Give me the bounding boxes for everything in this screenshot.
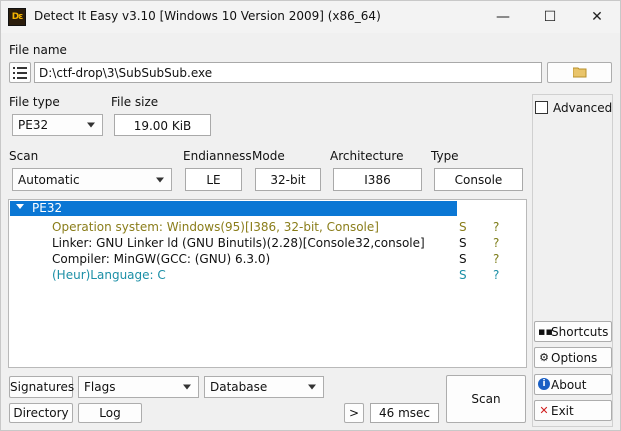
about-button[interactable]: i About bbox=[534, 374, 612, 395]
next-button[interactable]: > bbox=[344, 403, 364, 423]
result-compiler-s: S bbox=[459, 252, 467, 266]
main-window: Dε Detect It Easy v3.10 [Windows 10 Vers… bbox=[0, 0, 621, 431]
result-language[interactable]: (Heur)Language: C bbox=[52, 268, 166, 282]
architecture-label: Architecture bbox=[330, 149, 404, 163]
scan-mode-select[interactable]: Automatic bbox=[12, 168, 172, 191]
endianness-label: Endianness bbox=[183, 149, 252, 163]
file-path-input[interactable]: D:\ctf-drop\3\SubSubSub.exe bbox=[34, 62, 542, 83]
options-label: Options bbox=[551, 351, 598, 365]
chevron-down-icon bbox=[183, 384, 191, 390]
scan-button[interactable]: Scan bbox=[446, 375, 526, 423]
close-icon: ✕ bbox=[591, 9, 603, 25]
exit-button[interactable]: ✕ Exit bbox=[534, 400, 612, 421]
chevron-down-icon bbox=[308, 384, 316, 390]
open-file-button[interactable] bbox=[547, 62, 612, 83]
flags-label: Flags bbox=[84, 380, 116, 394]
minimize-button[interactable]: — bbox=[480, 1, 526, 33]
directory-button[interactable]: Directory bbox=[9, 403, 73, 423]
about-label: About bbox=[551, 378, 587, 392]
type-value: Console bbox=[434, 168, 523, 191]
gear-icon: ⚙ bbox=[539, 351, 549, 364]
scan-time-value: 46 msec bbox=[370, 403, 439, 423]
result-language-q[interactable]: ? bbox=[493, 268, 499, 282]
keyboard-icon: ▪▪ bbox=[538, 325, 553, 338]
scan-label: Scan bbox=[9, 149, 39, 163]
result-linker-q[interactable]: ? bbox=[493, 236, 499, 250]
result-compiler[interactable]: Compiler: MinGW(GCC: (GNU) 6.3.0) bbox=[52, 252, 270, 266]
file-type-value: PE32 bbox=[18, 118, 49, 132]
shortcuts-label: Shortcuts bbox=[551, 325, 609, 339]
result-language-s: S bbox=[459, 268, 467, 282]
results-tree[interactable]: PE32 Operation system: Windows(95)[I386,… bbox=[8, 199, 527, 368]
endianness-value: LE bbox=[185, 168, 242, 191]
exit-icon: ✕ bbox=[539, 404, 549, 417]
log-button[interactable]: Log bbox=[78, 403, 142, 423]
flags-select[interactable]: Flags bbox=[78, 376, 199, 398]
result-compiler-q[interactable]: ? bbox=[493, 252, 499, 266]
type-label: Type bbox=[431, 149, 459, 163]
signatures-button[interactable]: Signatures bbox=[9, 376, 74, 398]
advanced-label: Advanced bbox=[553, 101, 613, 115]
file-size-label: File size bbox=[111, 95, 159, 109]
mode-value: 32-bit bbox=[255, 168, 321, 191]
maximize-button[interactable]: ☐ bbox=[527, 1, 573, 33]
result-os-s: S bbox=[459, 220, 467, 234]
list-icon bbox=[13, 67, 27, 79]
info-icon: i bbox=[538, 378, 550, 390]
window-title: Detect It Easy v3.10 [Windows 10 Version… bbox=[34, 9, 381, 23]
app-logo-icon: Dε bbox=[8, 8, 26, 26]
chevron-down-icon bbox=[156, 177, 164, 182]
tree-root-row[interactable]: PE32 bbox=[10, 201, 457, 216]
exit-label: Exit bbox=[551, 404, 574, 418]
architecture-value: I386 bbox=[333, 168, 422, 191]
folder-icon bbox=[572, 67, 586, 78]
file-size-value: 19.00 KiB bbox=[114, 114, 211, 136]
expand-arrow-icon[interactable] bbox=[16, 204, 24, 209]
result-os[interactable]: Operation system: Windows(95)[I386, 32-b… bbox=[52, 220, 379, 234]
close-button[interactable]: ✕ bbox=[574, 1, 620, 33]
file-type-label: File type bbox=[9, 95, 60, 109]
result-linker-s: S bbox=[459, 236, 467, 250]
database-label: Database bbox=[210, 380, 268, 394]
shortcuts-button[interactable]: ▪▪ Shortcuts bbox=[534, 321, 612, 342]
advanced-checkbox[interactable] bbox=[535, 101, 548, 114]
file-type-select[interactable]: PE32 bbox=[12, 114, 103, 136]
options-button[interactable]: ⚙ Options bbox=[534, 347, 612, 368]
file-name-label: File name bbox=[9, 43, 67, 57]
database-select[interactable]: Database bbox=[204, 376, 324, 398]
title-bar: Dε Detect It Easy v3.10 [Windows 10 Vers… bbox=[1, 1, 620, 33]
result-os-q[interactable]: ? bbox=[493, 220, 499, 234]
mode-label: Mode bbox=[252, 149, 285, 163]
file-list-button[interactable] bbox=[9, 62, 31, 83]
chevron-down-icon bbox=[87, 122, 95, 128]
scan-mode-value: Automatic bbox=[18, 172, 80, 187]
result-linker[interactable]: Linker: GNU Linker ld (GNU Binutils)(2.2… bbox=[52, 236, 425, 250]
minimize-icon: — bbox=[496, 9, 510, 25]
tree-root-label: PE32 bbox=[32, 201, 63, 215]
maximize-icon: ☐ bbox=[543, 9, 557, 25]
